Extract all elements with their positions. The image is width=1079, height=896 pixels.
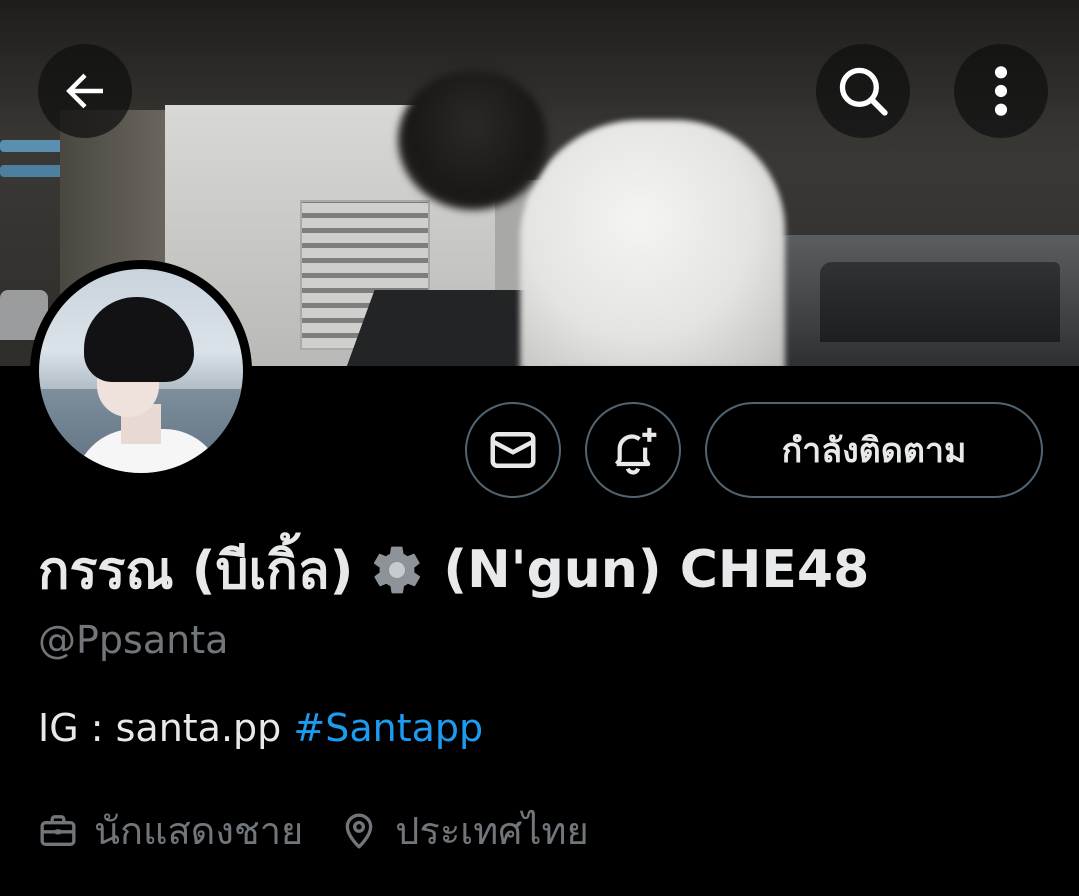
more-options-button[interactable] <box>954 44 1048 138</box>
search-icon <box>839 67 888 116</box>
banner-person-head <box>398 70 548 210</box>
display-name-suffix: (N'gun) CHE48 <box>443 539 870 600</box>
profile-page: กำลังติดตาม กรรณ (บีเกิ้ล) (N'gun) CHE48… <box>0 0 1079 896</box>
gear-icon <box>374 546 421 593</box>
display-name: กรรณ (บีเกิ้ล) (N'gun) CHE48 <box>38 528 869 611</box>
banner-person <box>520 120 785 366</box>
following-button[interactable]: กำลังติดตาม <box>705 402 1043 498</box>
bio: IG : santa.pp #Santapp <box>38 706 483 750</box>
avatar-image <box>39 269 243 473</box>
back-button[interactable] <box>38 44 132 138</box>
avatar[interactable] <box>30 260 252 482</box>
bell-plus-icon <box>614 427 657 475</box>
briefcase-icon <box>40 814 76 846</box>
display-name-text: กรรณ (บีเกิ้ล) <box>38 541 354 601</box>
search-button[interactable] <box>816 44 910 138</box>
bio-text: IG : santa.pp <box>38 706 294 750</box>
user-handle: @Ppsanta <box>38 618 229 662</box>
banner-car-window <box>820 262 1060 342</box>
avatar-hair <box>84 297 194 382</box>
message-button[interactable] <box>465 402 561 498</box>
envelope-icon <box>490 432 536 468</box>
location-item: ประเทศไทย <box>339 800 589 861</box>
profession-item: นักแสดงชาย <box>38 800 303 861</box>
location-text: ประเทศไทย <box>395 809 589 853</box>
arrow-left-icon <box>66 73 103 109</box>
profession-text: นักแสดงชาย <box>94 809 304 853</box>
location-pin-icon <box>345 813 373 848</box>
bio-hashtag-link[interactable]: #Santapp <box>293 706 483 750</box>
notify-button[interactable] <box>585 402 681 498</box>
more-vertical-icon <box>994 66 1008 116</box>
banner-ceiling <box>0 0 1079 120</box>
profile-meta: นักแสดงชาย ประเทศไทย <box>38 800 589 861</box>
